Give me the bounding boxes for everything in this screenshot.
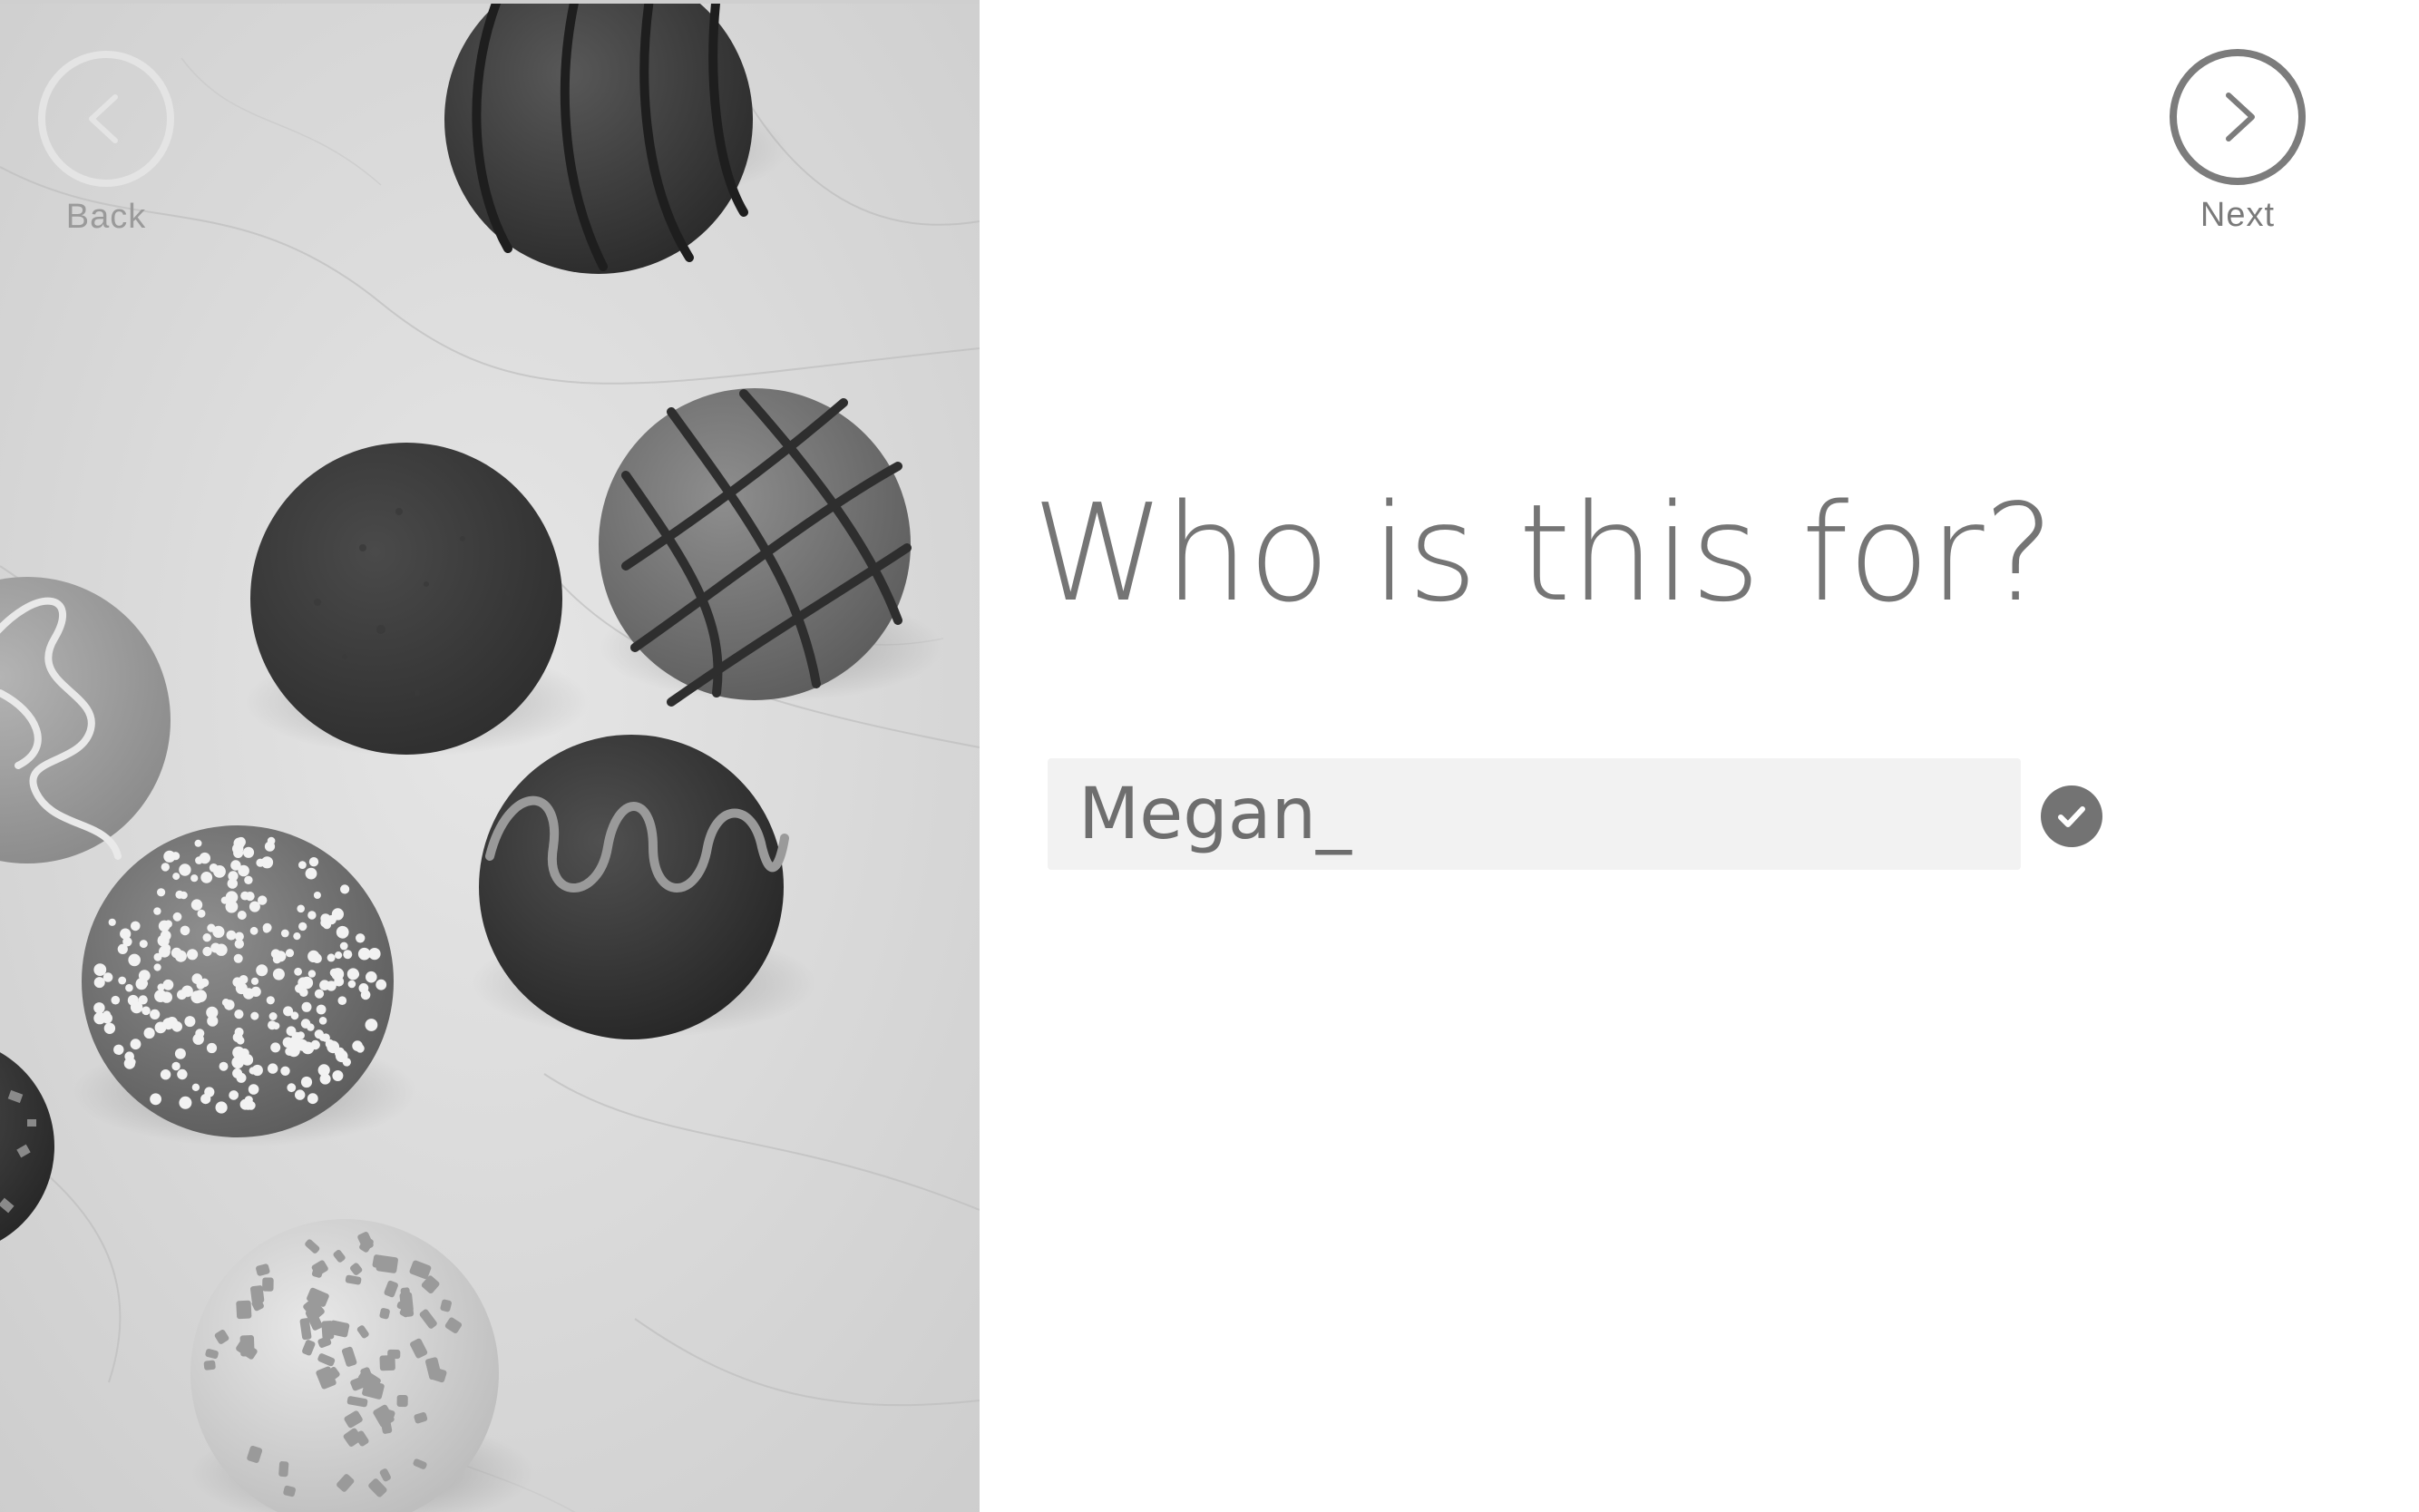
- recipient-step-screen: Back Next Who is this for? Megan_: [0, 0, 2419, 1512]
- checkmark-icon: [2058, 806, 2085, 827]
- confirm-name-button[interactable]: [2041, 785, 2102, 847]
- question-title: Who is this for?: [1032, 475, 2054, 631]
- next-button[interactable]: Next: [2170, 49, 2306, 235]
- back-button-label: Back: [65, 198, 147, 236]
- chevron-left-icon: [89, 94, 118, 143]
- next-button-circle[interactable]: [2170, 49, 2306, 185]
- chevron-right-icon: [2226, 93, 2255, 141]
- back-button-circle[interactable]: [38, 51, 174, 187]
- next-button-label: Next: [2200, 196, 2276, 234]
- recipient-name-input[interactable]: Megan_: [1048, 758, 2021, 870]
- back-button[interactable]: Back: [38, 51, 174, 237]
